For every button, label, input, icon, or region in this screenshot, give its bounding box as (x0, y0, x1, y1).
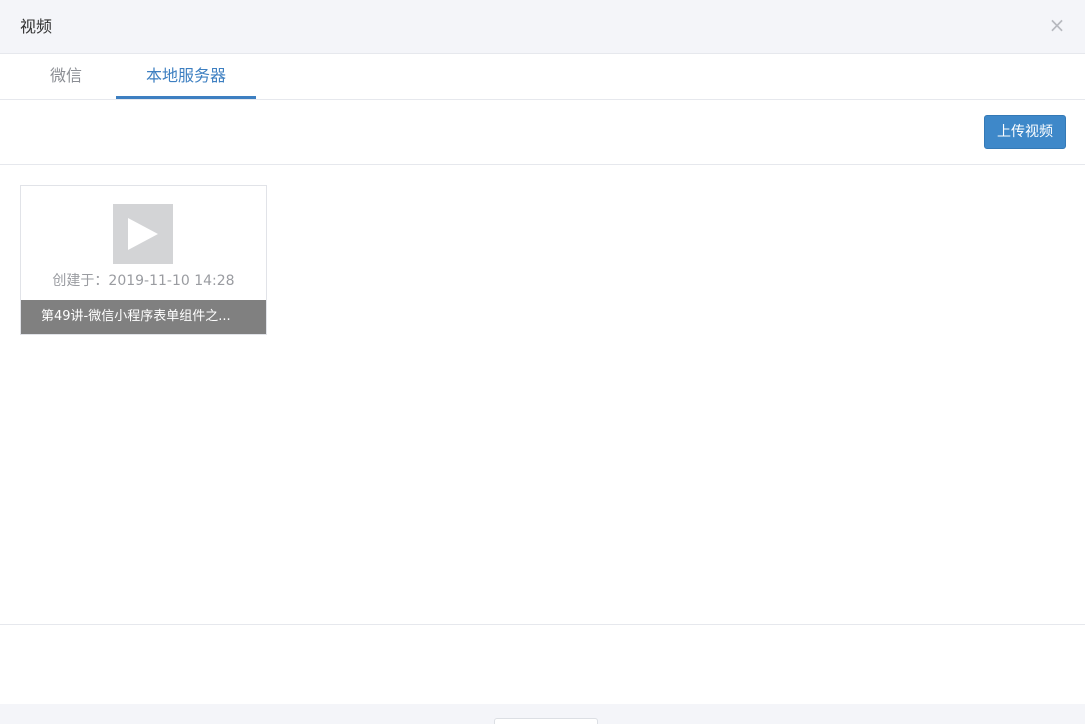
video-dialog: 视频 × 微信 本地服务器 上传视频 创建于：2019-11-10 14:28 … (0, 0, 1085, 724)
video-title: 第49讲-微信小程序表单组件之... (21, 300, 266, 334)
dialog-footer (0, 704, 1085, 724)
video-grid: 创建于：2019-11-10 14:28 第49讲-微信小程序表单组件之... (20, 185, 267, 335)
play-icon (128, 218, 158, 250)
video-thumbnail (113, 204, 173, 264)
close-icon[interactable]: × (1047, 14, 1067, 36)
footer-button[interactable] (494, 718, 598, 724)
video-created-time: 创建于：2019-11-10 14:28 (52, 273, 235, 289)
dialog-header: 视频 × (0, 0, 1085, 54)
tab-wechat[interactable]: 微信 (16, 54, 116, 99)
content-divider (0, 624, 1085, 625)
video-card[interactable]: 创建于：2019-11-10 14:28 第49讲-微信小程序表单组件之... (20, 185, 267, 335)
toolbar: 上传视频 (0, 100, 1085, 165)
tab-bar: 微信 本地服务器 (0, 54, 1085, 100)
upload-video-button[interactable]: 上传视频 (984, 115, 1066, 149)
tab-local-server[interactable]: 本地服务器 (116, 54, 256, 99)
dialog-title: 视频 (20, 17, 53, 36)
